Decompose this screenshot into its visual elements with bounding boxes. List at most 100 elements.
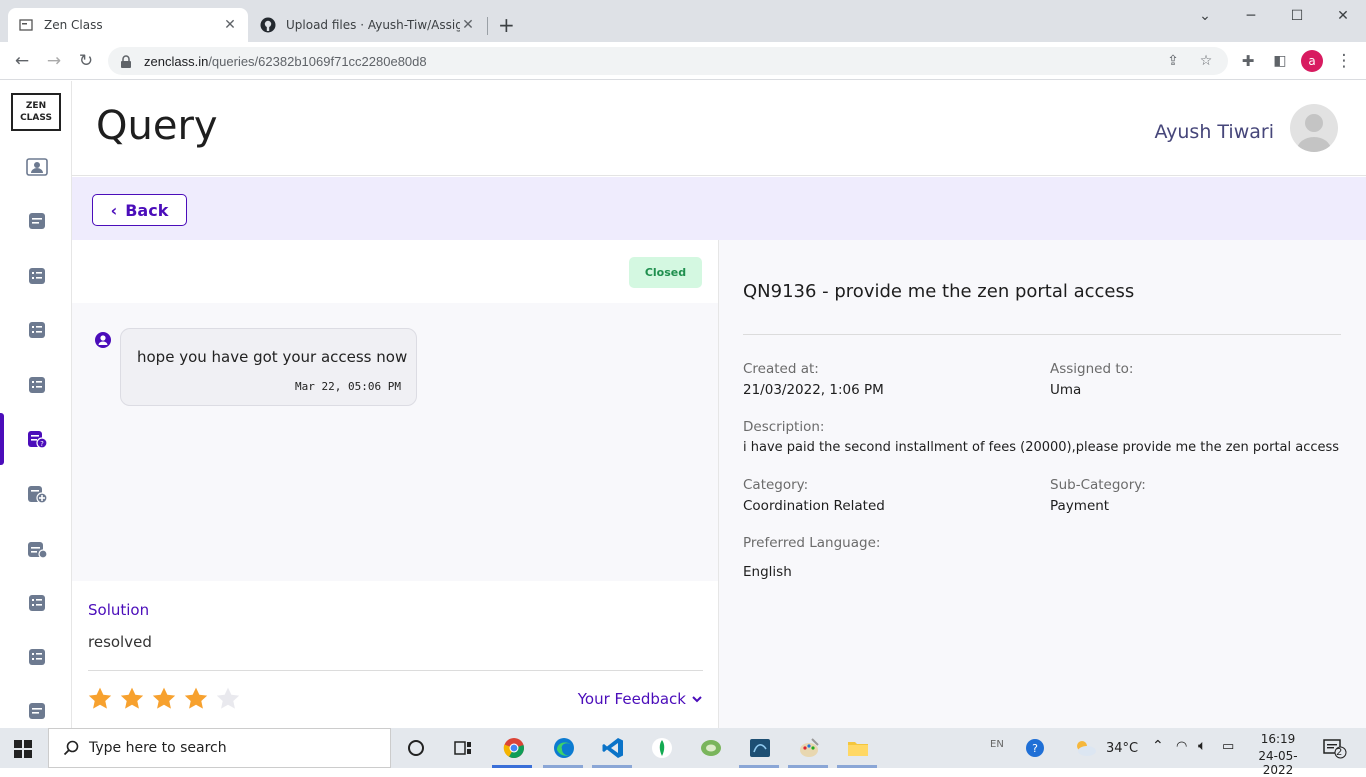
paint-icon[interactable] (796, 735, 822, 761)
edge-icon[interactable] (551, 735, 577, 761)
sidebar-item-mock-interview[interactable] (26, 593, 48, 613)
calendar-check-icon (28, 542, 48, 559)
sidebar: ZEN CLASS ? (0, 81, 72, 728)
status-badge: Closed (629, 257, 702, 288)
maximize-icon[interactable]: ☐ (1274, 4, 1320, 28)
speaker-icon[interactable]: 🔈︎ (1198, 738, 1206, 754)
minimize-icon[interactable]: ─ (1228, 4, 1274, 28)
url-host: zenclass.in (144, 53, 209, 69)
bookmark-star-icon[interactable]: ☆ (1196, 51, 1216, 71)
star-filled-icon[interactable] (151, 686, 177, 712)
menu-kebab-icon[interactable]: ⋮ (1332, 50, 1356, 72)
tab-close-icon[interactable]: ✕ (460, 17, 476, 33)
back-arrow-icon[interactable]: ← (10, 50, 34, 72)
new-tab-icon[interactable]: + (498, 13, 515, 37)
category-label: Category: (743, 477, 809, 493)
chevron-down-icon (692, 695, 702, 702)
cortana-icon[interactable] (403, 735, 429, 761)
windows-start-icon[interactable] (14, 740, 32, 758)
side-panel-icon[interactable]: ◧ (1268, 50, 1292, 72)
clock-date[interactable]: 24-05-2022 (1246, 749, 1310, 777)
sidebar-item-class[interactable] (26, 211, 48, 231)
sidebar-item-queries[interactable]: ? (26, 429, 48, 449)
page-title: Query (96, 103, 218, 149)
vscode-icon[interactable] (600, 735, 626, 761)
page-header: Query Ayush Tiwari (72, 81, 1366, 176)
weather-cloud-icon[interactable] (1072, 735, 1098, 761)
profile-avatar[interactable]: a (1301, 50, 1323, 72)
category-value: Coordination Related (743, 498, 885, 514)
mysql-workbench-icon[interactable] (747, 735, 773, 761)
description-label: Description: (743, 419, 825, 435)
github-icon (260, 17, 276, 33)
taskbar-search-box[interactable]: Type here to search (48, 728, 391, 768)
chrome-icon[interactable] (501, 735, 527, 761)
user-circle-icon (95, 332, 111, 348)
tab-zen-class[interactable]: Zen Class ✕ (8, 8, 248, 42)
mongodb-compass-icon[interactable] (649, 735, 675, 761)
svg-text:?: ? (1032, 742, 1038, 755)
sidebar-item-tasks[interactable] (26, 266, 48, 286)
star-filled-icon[interactable] (87, 686, 113, 712)
document-icon (29, 213, 45, 229)
sidebar-item-webcode[interactable] (26, 320, 48, 340)
user-avatar[interactable] (1290, 104, 1338, 152)
language-indicator[interactable]: EN (990, 739, 1004, 750)
description-value: i have paid the second installment of fe… (743, 440, 1340, 455)
network-wifi-icon[interactable]: ◠ (1176, 739, 1187, 754)
clock-time[interactable]: 16:19 (1248, 732, 1308, 746)
assigned-value: Uma (1050, 382, 1082, 398)
help-badge-icon[interactable]: ? (1022, 735, 1048, 761)
sidebar-item-requirements[interactable] (26, 484, 48, 504)
star-filled-icon[interactable] (119, 686, 145, 712)
divider (88, 670, 703, 671)
notification-center-icon[interactable] (1322, 735, 1348, 761)
svg-text:?: ? (40, 440, 44, 448)
address-bar[interactable]: zenclass.in/queries/62382b1069f71cc2280e… (108, 47, 1228, 75)
browser-tab-strip: Zen Class ✕ Upload files · Ayush-Tiw/Ass… (0, 0, 1366, 42)
checklist-icon (29, 595, 45, 611)
sidebar-item-leave[interactable] (26, 539, 48, 559)
zen-class-logo[interactable]: ZEN CLASS (11, 93, 61, 131)
search-placeholder: Type here to search (89, 740, 227, 756)
created-value: 21/03/2022, 1:06 PM (743, 382, 884, 398)
share-icon[interactable]: ⇪ (1163, 51, 1183, 71)
task-view-icon[interactable] (450, 735, 476, 761)
extensions-puzzle-icon[interactable]: ✚ (1236, 50, 1260, 72)
url-text: zenclass.in/queries/62382b1069f71cc2280e… (144, 54, 427, 69)
temperature[interactable]: 34°C (1106, 741, 1138, 756)
solution-section: Solution resolved Your Feedback (72, 581, 718, 728)
checklist-icon (29, 322, 45, 338)
back-bar: ‹ Back (72, 177, 1366, 240)
windows-taskbar: Type here to search EN ? 34°C ⌃ ◠ 🔈︎ ▭ 1… (0, 728, 1366, 777)
app-icon-green[interactable] (698, 735, 724, 761)
reload-icon[interactable]: ↻ (74, 50, 98, 72)
language-label: Preferred Language: (743, 535, 881, 551)
sidebar-item-capstone[interactable] (26, 375, 48, 395)
star-filled-icon[interactable] (183, 686, 209, 712)
sidebar-item-certificate[interactable] (26, 647, 48, 667)
battery-icon[interactable]: ▭ (1222, 739, 1234, 754)
chat-area: hope you have got your access now Mar 22… (72, 303, 718, 581)
language-value: English (743, 564, 792, 580)
tab-search-chevron-icon[interactable]: ⌄ (1182, 4, 1228, 28)
rating-stars[interactable] (87, 686, 241, 712)
star-empty-icon[interactable] (215, 686, 241, 712)
back-button[interactable]: ‹ Back (92, 194, 187, 226)
tab-upload-files[interactable]: Upload files · Ayush-Tiw/Assignm ✕ (250, 8, 486, 42)
file-explorer-icon[interactable] (845, 735, 871, 761)
sidebar-item-profile[interactable] (26, 157, 48, 177)
solution-label: Solution (88, 601, 150, 619)
zen-class-favicon-icon (18, 17, 34, 33)
your-feedback-toggle[interactable]: Your Feedback (578, 690, 702, 708)
tab-close-icon[interactable]: ✕ (222, 17, 238, 33)
forward-arrow-icon[interactable]: → (42, 50, 66, 72)
chevron-up-icon[interactable]: ⌃ (1152, 738, 1164, 754)
document-icon (29, 703, 45, 719)
user-name[interactable]: Ayush Tiwari (1154, 121, 1274, 143)
close-window-icon[interactable]: ✕ (1320, 4, 1366, 28)
browser-toolbar: ← → ↻ zenclass.in/queries/62382b1069f71c… (0, 42, 1366, 80)
profile-card-icon (26, 158, 48, 176)
sidebar-item-more[interactable] (26, 701, 48, 721)
chat-message-text: hope you have got your access now (137, 348, 408, 366)
